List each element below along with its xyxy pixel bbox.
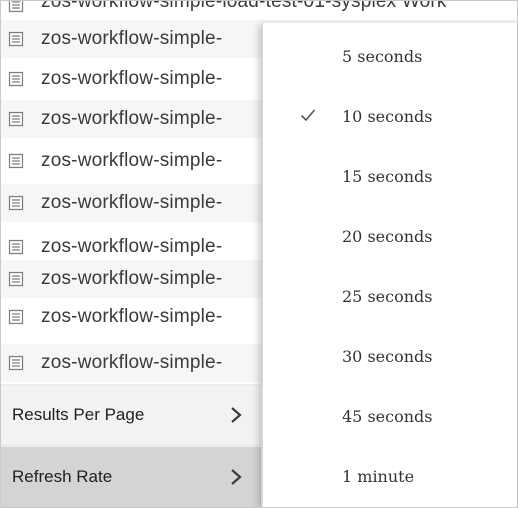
refresh-option-1-minute[interactable]: 1 minute — [263, 451, 517, 501]
list-item[interactable]: zos-workflow-simple-load-test-01-sysplex… — [1, 0, 517, 13]
document-icon — [8, 309, 24, 325]
option-label: 30 seconds — [342, 346, 433, 366]
refresh-rate-menu-item[interactable]: Refresh Rate — [1, 447, 261, 507]
refresh-option-45-seconds[interactable]: 45 seconds — [263, 391, 517, 441]
list-item-name: zos-workflow-simple- — [41, 192, 223, 213]
refresh-option-15-seconds[interactable]: 15 seconds — [263, 151, 517, 201]
app-frame: zos-workflow-simple-load-test-01-sysplex… — [0, 0, 518, 508]
checkmark-icon — [300, 109, 316, 122]
list-item-name: zos-workflow-simple- — [41, 236, 223, 257]
list-item-name: zos-workflow-simple- — [41, 268, 223, 289]
settings-submenu: Results Per Page Refresh Rate — [1, 384, 261, 507]
document-icon — [8, 271, 24, 287]
option-label: 20 seconds — [342, 226, 433, 246]
list-item-name: zos-workflow-simple-load-test-01-sysplex… — [41, 0, 447, 12]
option-label: 10 seconds — [342, 106, 433, 126]
list-item-name: zos-workflow-simple- — [41, 306, 223, 327]
refresh-rate-label: Refresh Rate — [12, 467, 113, 486]
refresh-option-20-seconds[interactable]: 20 seconds — [263, 211, 517, 261]
document-icon — [8, 239, 24, 255]
results-per-page-menu-item[interactable]: Results Per Page — [1, 386, 261, 444]
refresh-option-5-seconds[interactable]: 5 seconds — [263, 31, 517, 81]
document-icon — [8, 195, 24, 211]
refresh-option-30-seconds[interactable]: 30 seconds — [263, 331, 517, 381]
document-icon — [8, 1, 24, 13]
document-icon — [8, 153, 24, 169]
document-icon — [8, 111, 24, 127]
results-per-page-label: Results Per Page — [12, 405, 145, 424]
refresh-option-10-seconds[interactable]: 10 seconds — [263, 91, 517, 141]
refresh-option-25-seconds[interactable]: 25 seconds — [263, 271, 517, 321]
list-item-name: zos-workflow-simple- — [41, 68, 223, 89]
list-item-name: zos-workflow-simple- — [41, 108, 223, 129]
refresh-rate-dropdown: 5 seconds 10 seconds 15 seconds 20 secon… — [262, 23, 517, 507]
option-label: 45 seconds — [342, 406, 433, 426]
document-icon — [8, 355, 24, 371]
option-label: 1 minute — [342, 466, 415, 486]
document-icon — [8, 71, 24, 87]
list-item-name: zos-workflow-simple- — [41, 150, 223, 171]
chevron-right-icon — [231, 407, 242, 423]
list-item-name: zos-workflow-simple- — [41, 352, 223, 373]
chevron-right-icon — [231, 469, 242, 485]
list-item-name: zos-workflow-simple- — [41, 28, 223, 49]
document-icon — [8, 31, 24, 47]
option-label: 25 seconds — [342, 286, 433, 306]
option-label: 5 seconds — [342, 46, 423, 66]
option-label: 15 seconds — [342, 166, 433, 186]
